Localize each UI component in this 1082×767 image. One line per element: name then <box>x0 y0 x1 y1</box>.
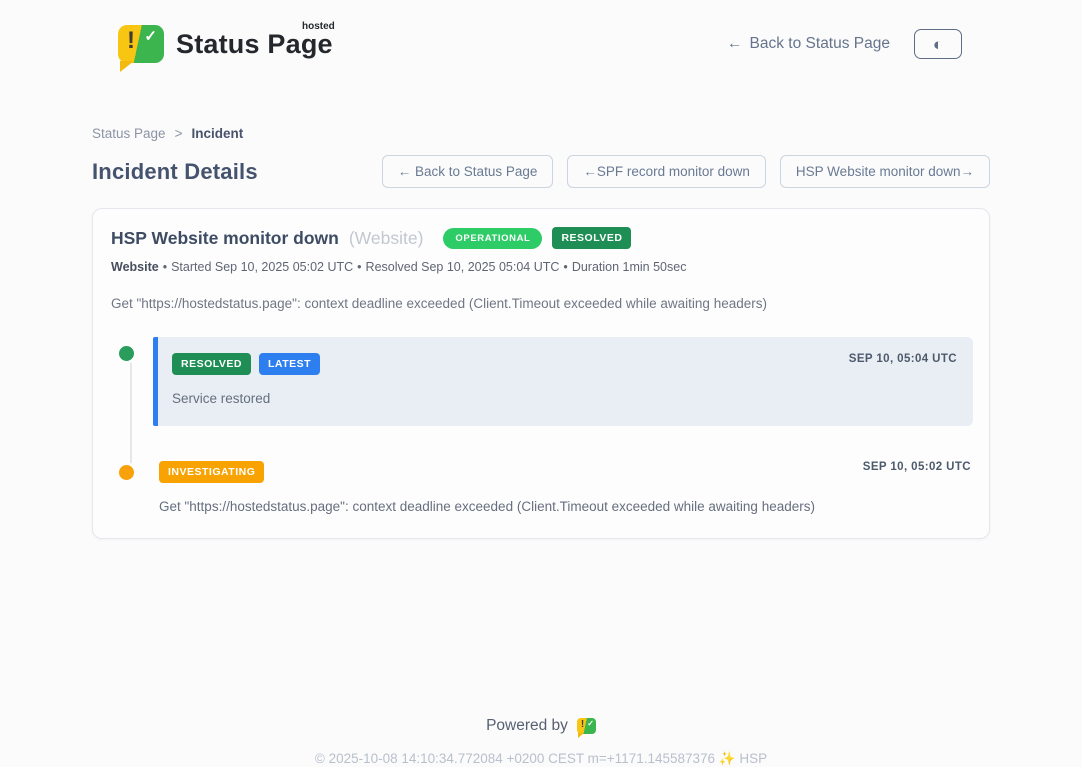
header-actions: ← Back to Status Page ◐ <box>727 29 962 59</box>
timeline-dot-column <box>109 456 143 514</box>
status-page-mini-logo-icon: ! ✓ <box>577 718 596 734</box>
brand-name: hosted Status Page <box>176 29 333 60</box>
incident-description: Get "https://hostedstatus.page": context… <box>109 296 973 311</box>
footer: Powered by ! ✓ © 2025-10-08 14:10:34.772… <box>0 717 1082 767</box>
resolved-tag: RESOLVED <box>172 353 251 375</box>
meta-started: Started Sep 10, 2025 05:02 UTC <box>171 260 353 274</box>
breadcrumb-incident: Incident <box>191 126 243 141</box>
header: ! ✓ hosted Status Page ← Back to Status … <box>0 0 1082 72</box>
meta-separator: • <box>357 260 361 274</box>
timeline-event-resolved: RESOLVED LATEST SEP 10, 05:04 UTC Servic… <box>109 337 973 426</box>
incident-card-header: HSP Website monitor down (Website) OPERA… <box>109 227 973 249</box>
powered-by-label: Powered by <box>486 717 568 735</box>
resolved-badge: RESOLVED <box>552 227 631 249</box>
latest-tag: LATEST <box>259 353 320 375</box>
main-content: Status Page > Incident Incident Details … <box>92 126 990 539</box>
incident-nav-buttons: ← Back to Status Page ←SPF record monito… <box>382 155 990 188</box>
exclamation-glyph: ! <box>581 720 584 730</box>
checkmark-glyph: ✓ <box>144 29 157 44</box>
timeline-dot-column <box>109 337 143 426</box>
investigating-tag: INVESTIGATING <box>159 461 264 483</box>
meta-duration: Duration 1min 50sec <box>572 260 687 274</box>
incident-meta: Website•Started Sep 10, 2025 05:02 UTC•R… <box>109 260 973 274</box>
green-status-dot <box>116 343 137 364</box>
back-to-status-page-link[interactable]: ← Back to Status Page <box>727 35 890 53</box>
checkmark-glyph: ✓ <box>587 720 594 728</box>
orange-status-dot <box>116 462 137 483</box>
title-row: Incident Details ← Back to Status Page ←… <box>92 155 990 188</box>
powered-by-link[interactable]: Powered by ! ✓ <box>486 717 596 735</box>
page-title: Incident Details <box>92 159 258 185</box>
hosted-superscript: hosted <box>302 21 335 32</box>
exclamation-glyph: ! <box>127 29 135 53</box>
timeline-event-content: RESOLVED LATEST SEP 10, 05:04 UTC Servic… <box>153 337 973 426</box>
timeline-event-message: Get "https://hostedstatus.page": context… <box>159 499 971 514</box>
breadcrumb-status-page[interactable]: Status Page <box>92 126 166 141</box>
timeline-event-message: Service restored <box>172 391 955 406</box>
meta-separator: • <box>563 260 567 274</box>
meta-separator: • <box>163 260 167 274</box>
meta-resolved: Resolved Sep 10, 2025 05:04 UTC <box>366 260 560 274</box>
incident-component: (Website) <box>349 228 424 249</box>
next-incident-button[interactable]: HSP Website monitor down→ <box>780 155 990 188</box>
speech-bubble-icon: ! ✓ <box>118 25 164 63</box>
back-link-label: Back to Status Page <box>750 35 890 53</box>
timeline-event-tags: INVESTIGATING <box>159 461 971 483</box>
incident-timeline: RESOLVED LATEST SEP 10, 05:04 UTC Servic… <box>109 337 973 514</box>
meta-component: Website <box>111 260 159 274</box>
arrow-left-icon: ← <box>727 35 743 53</box>
timeline-event-content: INVESTIGATING SEP 10, 05:02 UTC Get "htt… <box>153 456 973 514</box>
breadcrumb: Status Page > Incident <box>92 126 990 141</box>
breadcrumb-separator: > <box>175 126 183 141</box>
brand-text: Status Page <box>176 29 333 59</box>
speech-bubble-icon: ! ✓ <box>577 718 596 734</box>
prev-incident-button[interactable]: ←SPF record monitor down <box>567 155 766 188</box>
back-to-status-page-button[interactable]: ← Back to Status Page <box>382 155 554 188</box>
status-page-logo-icon: ! ✓ <box>118 25 164 63</box>
timeline-event-investigating: INVESTIGATING SEP 10, 05:02 UTC Get "htt… <box>109 456 973 514</box>
timeline-event-tags: RESOLVED LATEST <box>172 353 955 375</box>
theme-toggle-button[interactable]: ◐ <box>914 29 962 59</box>
incident-title: HSP Website monitor down <box>111 228 339 249</box>
contrast-icon: ◐ <box>933 36 943 53</box>
operational-badge: OPERATIONAL <box>443 228 542 249</box>
brand-logo[interactable]: ! ✓ hosted Status Page <box>118 25 333 63</box>
copyright-text: © 2025-10-08 14:10:34.772084 +0200 CEST … <box>0 751 1082 767</box>
timeline-event-timestamp: SEP 10, 05:04 UTC <box>849 353 957 365</box>
timeline-event-timestamp: SEP 10, 05:02 UTC <box>863 461 971 473</box>
incident-card: HSP Website monitor down (Website) OPERA… <box>92 208 990 539</box>
